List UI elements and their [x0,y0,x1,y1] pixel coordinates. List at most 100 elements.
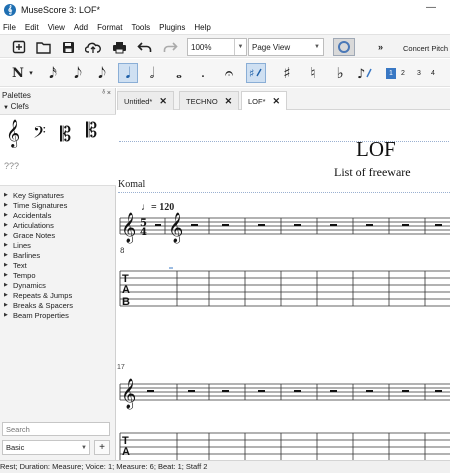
flat-button[interactable]: ♭ [333,63,347,83]
flip-direction-icon[interactable]: ♪ [356,63,374,83]
chevron-right-icon: ▶ [4,262,8,268]
palette-section-repeats-jumps[interactable]: ▶ Repeats & Jumps [0,290,116,300]
palette-section-text[interactable]: ▶ Text [0,260,116,270]
section-label: Grace Notes [13,230,56,240]
chevron-down-icon[interactable]: ▾ [27,63,35,83]
zoom-select[interactable]: 100% ▼ [187,38,247,56]
chevron-right-icon: ▶ [4,292,8,298]
toggle-sharp-icon[interactable]: ♯ [246,63,266,83]
menu-bar: File Edit View Add Format Tools Plugins … [0,20,450,34]
concert-pitch-button[interactable]: Concert Pitch [403,44,448,53]
palette-section-time-signatures[interactable]: ▶ Time Signatures [0,200,116,210]
voice-4-button[interactable]: 4 [428,68,438,79]
sharp-button[interactable]: ♯ [280,63,294,83]
chevron-right-icon: ▶ [4,252,8,258]
section-label: Tempo [13,270,36,280]
palette-section-beam-properties[interactable]: ▶ Beam Properties [0,310,116,320]
svg-text:4: 4 [140,227,147,238]
augmentation-dot-button[interactable]: . [196,63,210,83]
more-clefs-cell[interactable]: ??? [4,161,19,171]
open-folder-icon[interactable] [34,38,52,56]
playback-metronome-icon[interactable] [333,38,355,56]
section-label: Breaks & Spacers [13,300,74,310]
add-workspace-button[interactable]: + [94,440,110,455]
zoom-value: 100% [191,42,212,52]
treble-clef-cell[interactable]: 𝄞 [6,119,20,147]
score-tab-bar: Untitled* ✕ TECHNO ✕ LOF* ✕ [117,88,450,110]
menu-edit[interactable]: Edit [25,23,39,32]
natural-button[interactable]: ♮ [306,63,320,83]
menu-plugins[interactable]: Plugins [159,23,185,32]
palette-section-clefs[interactable]: ▼ Clefs [3,102,29,111]
redo-icon[interactable] [161,38,179,56]
svg-text:𝄞: 𝄞 [121,212,136,244]
palette-section-accidentals[interactable]: ▶ Accidentals [0,210,116,220]
score-staves: 𝄞 5 4 8 𝄞 T A B 𝄞 T A [119,212,450,460]
palette-section-breaks-spacers[interactable]: ▶ Breaks & Spacers [0,300,116,310]
menu-help[interactable]: Help [194,23,210,32]
voice-2-button[interactable]: 2 [398,68,408,79]
view-mode-value: Page View [252,42,291,52]
palette-close-button[interactable]: ᵟ × [102,90,111,97]
cloud-upload-icon[interactable] [84,38,102,56]
eighth-note-alt-button[interactable]: 𝅘𝅥𝅮 [93,63,111,83]
half-note-button[interactable]: 𝅗𝅥 [143,63,161,83]
palette-search-input[interactable] [2,422,110,436]
tab-lof[interactable]: LOF* ✕ [241,91,288,110]
chevron-right-icon: ▶ [4,302,8,308]
section-label: Repeats & Jumps [13,290,73,300]
chevron-right-icon: ▶ [4,232,8,238]
menu-view[interactable]: View [48,23,65,32]
chevron-down-icon[interactable]: ▼ [81,442,87,455]
tab-techno[interactable]: TECHNO ✕ [179,91,240,110]
menu-add[interactable]: Add [74,23,88,32]
sixteenth-note-button[interactable]: 𝅘𝅥𝅯 [44,63,62,83]
more-toolbar-button[interactable]: » [378,42,383,52]
note-input-toolbar: N ▾ 𝅘𝅥𝅯 𝅘𝅥𝅮 𝅘𝅥𝅮 𝅘𝅥 𝅗𝅥 𝅝 . 𝄐 ♯ ♯ ♮ ♭ ♪ 1 … [0,59,450,87]
palette-section-key-signatures[interactable]: ▶ Key Signatures [0,190,116,200]
section-label: Accidentals [13,210,52,220]
palette-section-dynamics[interactable]: ▶ Dynamics [0,280,116,290]
chevron-right-icon: ▶ [4,312,8,318]
view-mode-select[interactable]: Page View ▼ [248,38,324,56]
svg-text:8: 8 [120,247,124,255]
save-icon[interactable] [59,38,77,56]
svg-text:♪: ♪ [357,67,365,81]
chevron-down-icon[interactable]: ▼ [234,39,246,55]
svg-text:♯: ♯ [249,67,254,80]
palette-section-articulations[interactable]: ▶ Articulations [0,220,116,230]
palette-section-barlines[interactable]: ▶ Barlines [0,250,116,260]
close-icon[interactable]: ✕ [159,96,167,107]
quarter-note-button[interactable]: 𝅘𝅥 [118,63,138,83]
note-input-mode-button[interactable]: N [10,63,26,83]
menu-format[interactable]: Format [97,23,122,32]
new-score-icon[interactable] [10,38,28,56]
chevron-right-icon: ▶ [4,272,8,278]
undo-icon[interactable] [135,38,153,56]
voice-1-button[interactable]: 1 [386,68,396,79]
print-icon[interactable] [110,38,128,56]
close-icon[interactable]: ✕ [225,96,233,107]
svg-text:𝄞: 𝄞 [168,212,183,244]
score-canvas[interactable]: LOF List of freeware Komal ♩= 120 17 𝄞 5… [117,111,450,460]
menu-tools[interactable]: Tools [131,23,150,32]
chevron-down-icon[interactable]: ▼ [311,39,323,55]
bass-clef-cell[interactable]: 𝄢 [33,122,46,146]
menu-file[interactable]: File [3,23,16,32]
minimize-button[interactable]: — [426,2,436,13]
svg-text:A: A [122,446,130,458]
workspace-value: Basic [6,443,25,452]
eighth-note-button[interactable]: 𝅘𝅥𝅮 [69,63,87,83]
workspace-select[interactable]: Basic ▼ [2,440,90,455]
alto-clef-cell[interactable]: 𝄡 [60,122,71,146]
voice-3-button[interactable]: 3 [414,68,424,79]
tenor-clef-cell[interactable]: 𝄡 [86,118,97,142]
close-icon[interactable]: ✕ [273,96,281,107]
whole-note-button[interactable]: 𝅝 [170,63,188,83]
palette-panel: Palettes ᵟ × ▼ Clefs 𝄞 𝄢 𝄡 𝄡 ??? ▶ Key Si… [0,88,116,460]
palette-section-tempo[interactable]: ▶ Tempo [0,270,116,280]
palette-section-lines[interactable]: ▶ Lines [0,240,116,250]
palette-section-grace-notes[interactable]: ▶ Grace Notes [0,230,116,240]
tie-button[interactable]: 𝄐 [220,63,238,83]
tab-untitled[interactable]: Untitled* ✕ [117,91,174,110]
